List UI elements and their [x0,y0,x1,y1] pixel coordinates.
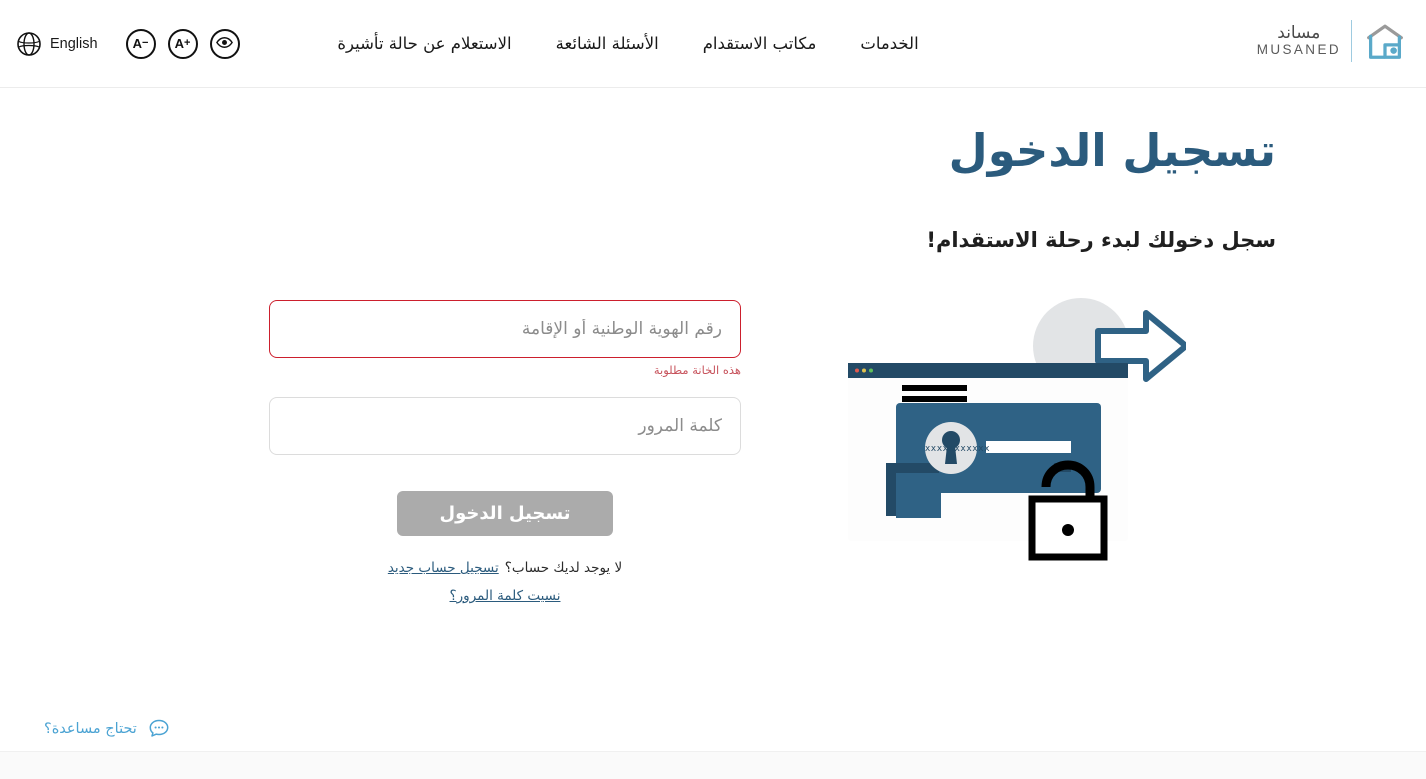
national-id-error-message: هذه الخانة مطلوبة [653,363,741,377]
page-title: تسجيل الدخول [948,124,1276,177]
password-field[interactable] [269,397,741,455]
globe-icon [16,31,42,57]
font-decrease-letter: A [132,36,143,51]
header-left-tools: English A − A + [0,28,240,59]
font-decrease-sign: − [142,37,149,49]
help-label: تحتاج مساعدة؟ [44,721,137,737]
logo-arabic-text: مساند [1277,23,1321,44]
main-content: تسجيل الدخول سجل دخولك لبدء رحلة الاستقد… [0,88,1426,751]
forgot-password-link[interactable]: نسيت كلمة المرور؟ [450,588,561,604]
language-label: English [50,35,98,52]
national-id-field[interactable] [269,300,741,358]
eye-icon [215,33,234,54]
page-footer [0,751,1426,779]
no-account-row: لا يوجد لديك حساب؟ تسجيل حساب جديد [269,560,741,576]
language-switcher[interactable]: English [16,31,98,57]
forgot-password-row: نسيت كلمة المرور؟ [269,585,741,604]
nav-item-faq[interactable]: الأسئلة الشائعة [534,34,681,53]
logo-english-text: MUSANED [1256,42,1341,58]
no-account-text: لا يوجد لديك حساب؟ [504,560,623,576]
logo-divider [1351,20,1352,62]
nav-item-recruitment-offices[interactable]: مكاتب الاستقدام [681,34,839,53]
chat-bubble-icon [147,717,171,741]
font-increase-sign: + [184,37,191,49]
site-logo[interactable]: مساند MUSANED [1257,18,1408,64]
font-increase-button[interactable]: A + [167,28,198,59]
logo-wordmark: مساند MUSANED [1257,25,1341,57]
national-id-input[interactable] [288,319,722,339]
field-spacer [269,377,741,397]
font-decrease-button[interactable]: A − [125,28,156,59]
form-links: لا يوجد لديك حساب؟ تسجيل حساب جديد نسيت ك… [269,560,741,604]
site-header: English A − A + الخدمات مكاتب الاستقدام … [0,0,1426,88]
page-subtitle: سجل دخولك لبدء رحلة الاستقدام! [926,228,1276,252]
help-widget[interactable]: تحتاج مساعدة؟ [44,717,171,741]
form-column: هذه الخانة مطلوبة تسجيل الدخول لا يوجد ل… [0,88,741,751]
register-link[interactable]: تسجيل حساب جديد [388,560,499,576]
password-input[interactable] [288,416,722,436]
house-logo-icon [1362,18,1408,64]
nav-item-services[interactable]: الخدمات [838,34,940,53]
hero-column: تسجيل الدخول سجل دخولك لبدء رحلة الاستقد… [713,88,1426,751]
nav-item-visa-status[interactable]: الاستعلام عن حالة تأشيرة [315,34,533,53]
login-security-illustration: xxxxxxxxxxx [846,283,1189,568]
login-submit-button[interactable]: تسجيل الدخول [397,491,613,536]
contrast-eye-button[interactable] [209,28,240,59]
font-increase-letter: A [174,36,185,51]
login-form: هذه الخانة مطلوبة تسجيل الدخول لا يوجد ل… [269,300,741,604]
accessibility-tools: A − A + [125,28,240,59]
svg-text:xxxxxxxxxxx: xxxxxxxxxxx [925,444,990,454]
